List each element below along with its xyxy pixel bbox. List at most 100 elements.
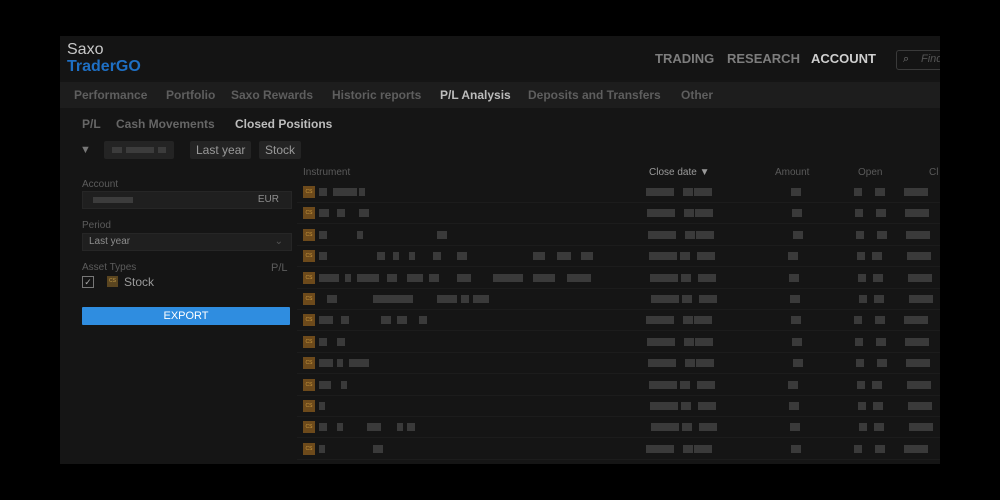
redacted-block <box>341 380 347 389</box>
redacted-block <box>557 252 571 261</box>
subnav-other[interactable]: Other <box>681 88 713 102</box>
table-row[interactable]: CS <box>297 203 940 225</box>
table-row[interactable]: CS <box>297 225 940 246</box>
table-row[interactable]: CS <box>297 375 940 396</box>
subnav-portfolio[interactable]: Portfolio <box>166 88 215 102</box>
table-row[interactable]: CS <box>297 353 940 375</box>
col-instrument[interactable]: Instrument <box>303 167 350 178</box>
logo-tradergo: TraderGO <box>67 58 141 75</box>
export-button[interactable]: EXPORT <box>82 307 290 325</box>
redacted-block <box>319 252 327 261</box>
tab-cash-movements[interactable]: Cash Movements <box>116 117 215 131</box>
redacted-block <box>409 252 415 261</box>
stock-row-icon: CS <box>303 293 315 305</box>
redacted-block <box>457 252 467 261</box>
filter-bar: ▼ Last year Stock <box>60 140 940 162</box>
redacted-block <box>907 380 931 389</box>
redacted-block <box>695 209 713 218</box>
filter-chip-asset[interactable]: Stock <box>259 141 302 159</box>
redacted-block <box>419 316 427 325</box>
redacted-block <box>685 359 695 368</box>
subnav-deposits-transfers[interactable]: Deposits and Transfers <box>528 88 661 102</box>
subnav-pl-analysis[interactable]: P/L Analysis <box>440 88 511 102</box>
filter-chip-period[interactable]: Last year <box>190 141 252 159</box>
table-row[interactable]: CS <box>297 289 940 310</box>
redacted-block <box>872 380 882 389</box>
table-row[interactable]: CS <box>297 182 940 203</box>
tab-closed-positions[interactable]: Closed Positions <box>235 117 332 131</box>
redacted-block <box>683 444 693 453</box>
redacted-block <box>909 295 933 303</box>
table-row[interactable]: CS <box>297 246 940 268</box>
redacted-block <box>359 188 365 196</box>
redacted-block <box>788 252 798 261</box>
account-select[interactable]: EUR <box>82 191 292 209</box>
nav-trading[interactable]: TRADING <box>655 51 714 66</box>
table-row[interactable]: CS <box>297 332 940 353</box>
stock-row-icon: CS <box>303 421 315 434</box>
table-row[interactable]: CS <box>297 268 940 289</box>
redacted-block <box>437 295 457 303</box>
stock-checkbox[interactable]: ✓ <box>82 276 94 288</box>
search-input[interactable]: ⌕ Find <box>896 50 940 70</box>
redacted-block <box>433 252 441 261</box>
closed-positions-grid: Instrument Close date ▼ Amount Open Cl C… <box>297 164 940 464</box>
redacted-block <box>319 423 327 432</box>
col-amount[interactable]: Amount <box>775 167 809 178</box>
tab-pl[interactable]: P/L <box>82 117 101 131</box>
redacted-block <box>647 337 675 346</box>
redacted-block <box>319 337 327 346</box>
redacted-block <box>859 295 867 303</box>
filter-chip-account[interactable] <box>104 141 174 159</box>
redacted-block <box>696 230 714 239</box>
table-row[interactable]: CS <box>297 417 940 439</box>
col-open[interactable]: Open <box>858 167 882 178</box>
redacted-block <box>648 359 676 368</box>
redacted-block <box>874 423 884 432</box>
redacted-block <box>792 337 802 346</box>
table-row[interactable]: CS <box>297 439 940 460</box>
redacted-block <box>680 252 690 261</box>
col-close-date[interactable]: Close date ▼ <box>649 167 709 178</box>
stock-row-icon: CS <box>303 335 315 348</box>
redacted-block <box>788 380 798 389</box>
redacted-block <box>906 359 930 368</box>
redacted-block <box>854 188 862 196</box>
redacted-block <box>857 380 865 389</box>
col-close[interactable]: Cl <box>929 167 938 178</box>
stock-row-icon: CS <box>303 207 315 220</box>
period-select[interactable]: Last year ⌄ <box>82 233 292 251</box>
search-placeholder: Find <box>921 53 940 65</box>
redacted-block <box>697 252 715 261</box>
redacted-block <box>407 423 415 432</box>
account-subnav: Performance Portfolio Saxo Rewards Histo… <box>60 82 940 108</box>
redacted-block <box>533 252 545 261</box>
redacted-block <box>906 230 930 239</box>
redacted-block <box>791 444 801 453</box>
redacted-block <box>373 295 413 303</box>
redacted-block <box>872 252 882 261</box>
stock-row-icon: CS <box>303 314 315 327</box>
redacted-block <box>337 423 343 432</box>
table-row[interactable]: CS <box>297 396 940 417</box>
redacted-block <box>685 230 695 239</box>
redacted-block <box>856 230 864 239</box>
redacted-block <box>319 444 325 453</box>
period-label: Period <box>82 220 111 231</box>
account-currency: EUR <box>257 194 279 205</box>
redacted-block <box>905 209 929 218</box>
nav-account[interactable]: ACCOUNT <box>811 51 876 66</box>
redacted-block <box>694 188 712 196</box>
table-row[interactable]: CS <box>297 310 940 332</box>
redacted-block <box>437 230 447 239</box>
redacted-block <box>646 188 674 196</box>
filter-icon[interactable]: ▼ <box>80 144 92 156</box>
redacted-block <box>790 423 800 432</box>
redacted-block <box>650 402 678 410</box>
subnav-historic-reports[interactable]: Historic reports <box>332 88 421 102</box>
redacted-block <box>647 209 675 218</box>
subnav-performance[interactable]: Performance <box>74 88 147 102</box>
subnav-saxo-rewards[interactable]: Saxo Rewards <box>231 88 313 102</box>
nav-research[interactable]: RESEARCH <box>727 51 800 66</box>
redacted-block <box>694 316 712 325</box>
